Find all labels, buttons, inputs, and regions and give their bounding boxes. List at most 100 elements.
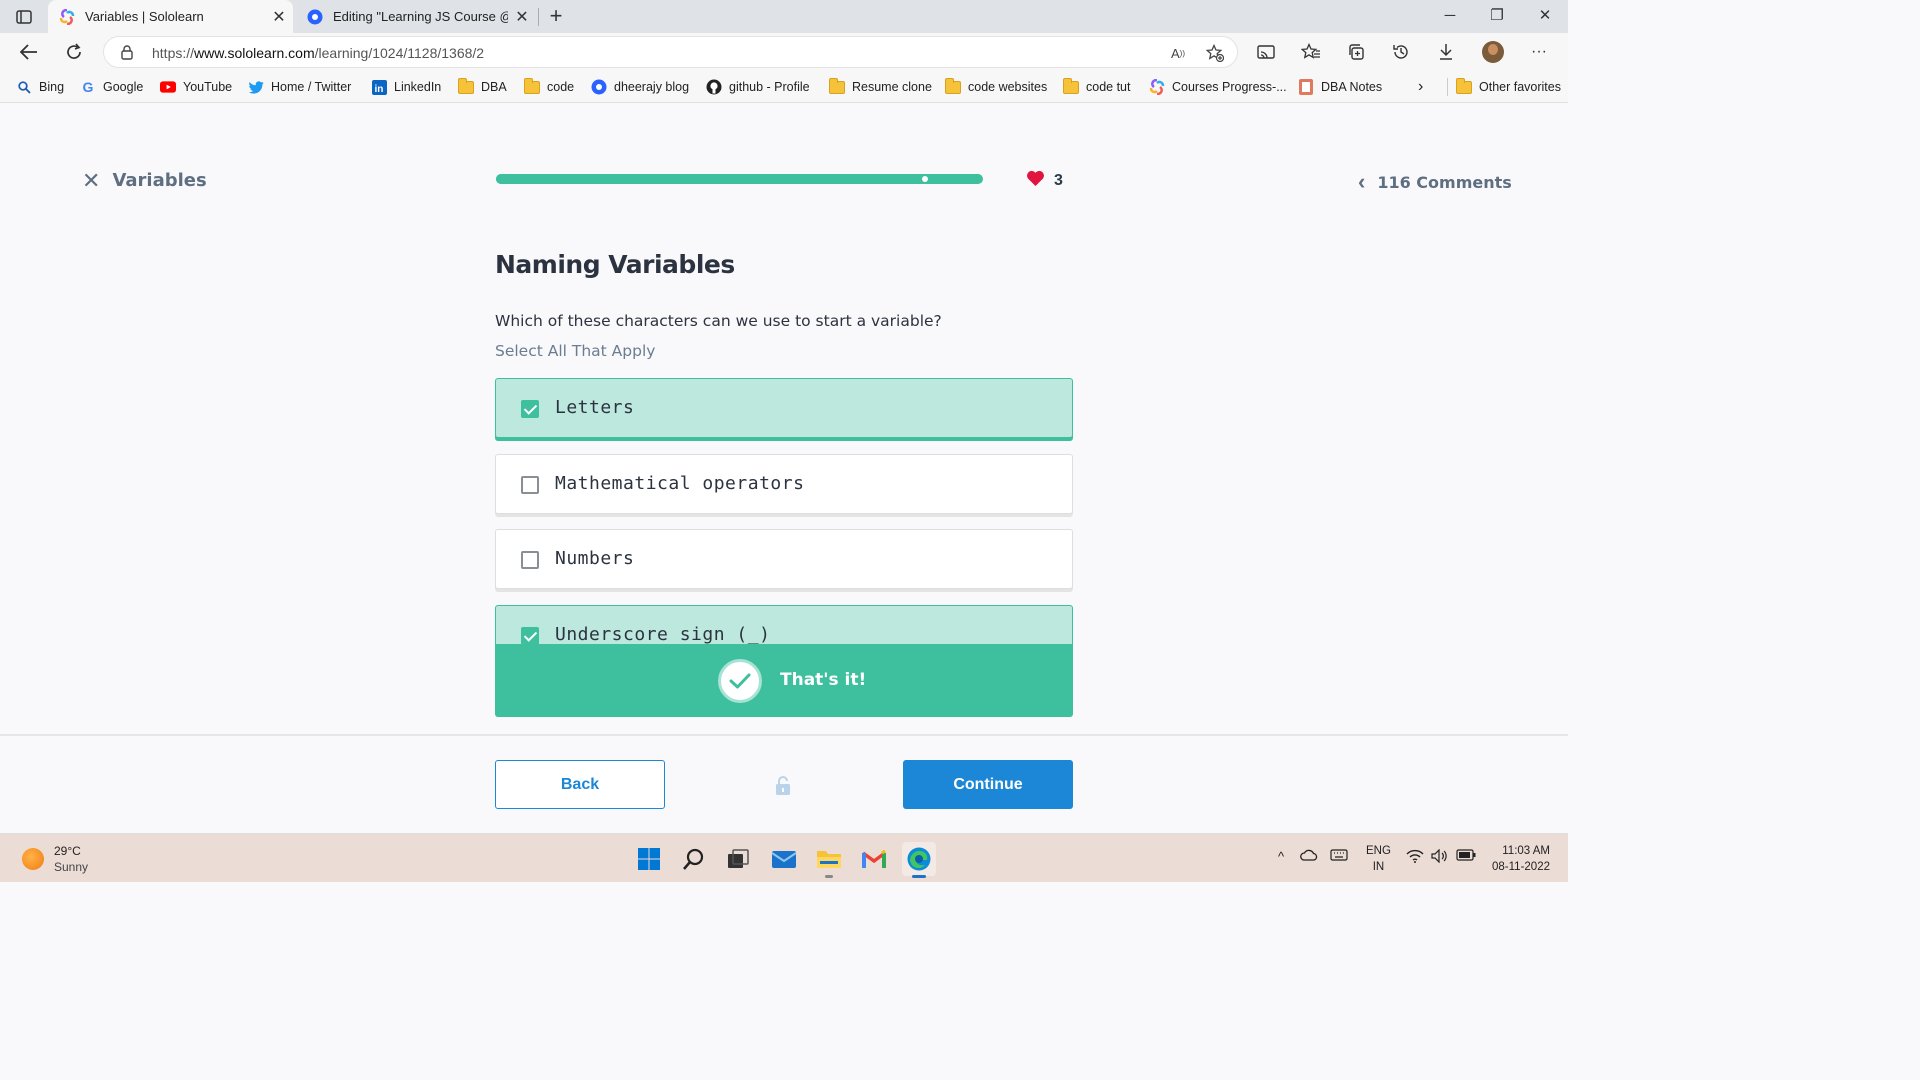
fav-other-favorites[interactable]: Other favorites	[1447, 77, 1561, 96]
address-bar[interactable]: https://www.sololearn.com/learning/1024/…	[103, 36, 1238, 68]
checkbox[interactable]	[521, 400, 539, 418]
folder-icon	[945, 77, 961, 95]
checkbox[interactable]	[521, 551, 539, 569]
onedrive-icon[interactable]	[1300, 849, 1318, 864]
fav-folder-resume-clone[interactable]: Resume clone	[829, 77, 932, 96]
favorites-icon[interactable]	[1298, 40, 1324, 64]
option-label: Mathematical operators	[555, 473, 805, 494]
tab-close-icon[interactable]: ✕	[508, 7, 536, 27]
tab-actions-icon[interactable]	[14, 7, 34, 27]
fav-github[interactable]: github - Profile	[706, 78, 810, 96]
cast-icon[interactable]	[1253, 40, 1279, 64]
chevron-up-icon[interactable]: ^	[1278, 849, 1284, 864]
answer-option-letters[interactable]: Letters	[495, 378, 1073, 438]
more-menu-icon[interactable]: ···	[1526, 40, 1552, 64]
collections-icon[interactable]	[1343, 40, 1369, 64]
wifi-icon[interactable]	[1406, 849, 1424, 866]
sololearn-icon	[1149, 79, 1165, 95]
checkmark-icon	[718, 659, 762, 703]
progress-marker	[921, 176, 928, 182]
restore-icon[interactable]: ❐	[1482, 5, 1512, 27]
fav-google[interactable]: G Google	[80, 78, 144, 96]
fav-folder-code-websites[interactable]: code websites	[945, 77, 1047, 96]
footer-divider	[0, 734, 1568, 736]
battery-icon[interactable]	[1456, 849, 1476, 864]
edge-icon[interactable]	[902, 842, 936, 878]
checkbox[interactable]	[521, 627, 539, 645]
lesson-title: Variables	[112, 170, 207, 191]
fav-folder-code[interactable]: code	[524, 77, 574, 96]
tab-title: Variables | Sololearn	[85, 9, 204, 24]
folder-icon	[1063, 77, 1079, 95]
close-icon[interactable]: ✕	[82, 169, 100, 191]
fav-linkedin[interactable]: in LinkedIn	[371, 78, 441, 96]
progress-fill	[496, 174, 954, 184]
chevron-right-icon[interactable]: ›	[1418, 78, 1423, 96]
system-clock[interactable]: 11:03 AM 08-11-2022	[1484, 843, 1550, 875]
blog-icon	[591, 79, 607, 95]
lesson-page: ✕ Variables 3 ‹ 116 Comments Naming Vari…	[0, 104, 1568, 833]
fav-folder-dba[interactable]: DBA	[458, 77, 507, 96]
answer-option-math-operators[interactable]: Mathematical operators	[495, 454, 1073, 514]
running-indicator	[825, 875, 833, 878]
fav-dba-notes[interactable]: DBA Notes	[1298, 78, 1382, 96]
sololearn-icon	[58, 8, 76, 26]
tab-close-icon[interactable]: ✕	[265, 7, 293, 27]
answer-option-numbers[interactable]: Numbers	[495, 529, 1073, 589]
question-title: Naming Variables	[495, 250, 735, 279]
tab-sololearn[interactable]: Variables | Sololearn ✕	[48, 0, 293, 33]
question-text: Which of these characters can we use to …	[495, 312, 942, 330]
search-icon	[16, 79, 32, 95]
window-close-icon[interactable]: ✕	[1530, 5, 1560, 27]
svg-text:in: in	[374, 84, 383, 95]
url-text: https://www.sololearn.com/learning/1024/…	[152, 45, 485, 61]
fav-youtube[interactable]: YouTube	[160, 78, 232, 96]
fav-dheerajy-blog[interactable]: dheerajy blog	[591, 78, 689, 96]
taskbar-search-icon[interactable]	[677, 842, 711, 876]
tab-editing-course[interactable]: Editing "Learning JS Course @Sc ✕	[296, 0, 536, 33]
fav-bing[interactable]: Bing	[16, 78, 64, 96]
read-aloud-icon[interactable]: A))	[1167, 43, 1189, 63]
mail-icon[interactable]	[767, 842, 801, 876]
minimize-icon[interactable]: ─	[1435, 5, 1465, 27]
task-view-icon[interactable]	[721, 842, 755, 876]
windows-taskbar: 29°C Sunny ^ ENG IN 11:03 AM 08-11-2022	[0, 833, 1568, 882]
notes-icon	[1298, 79, 1314, 95]
fav-courses-progress[interactable]: Courses Progress-...	[1149, 78, 1287, 96]
temperature: 29°C	[54, 844, 81, 858]
linkedin-icon: in	[371, 79, 387, 95]
google-icon: G	[82, 79, 94, 95]
checkbox[interactable]	[521, 476, 539, 494]
lock-icon[interactable]	[120, 44, 134, 65]
favorites-bar: Bing G Google YouTube Home / Twitter in …	[0, 71, 1568, 103]
profile-avatar[interactable]	[1482, 41, 1504, 63]
folder-icon	[1456, 77, 1472, 95]
refresh-icon[interactable]	[61, 40, 87, 64]
close-lesson-button[interactable]: ✕ Variables	[82, 169, 207, 191]
downloads-icon[interactable]	[1433, 40, 1459, 64]
heart-icon	[1026, 170, 1045, 192]
history-icon[interactable]	[1388, 40, 1414, 64]
comments-label: 116 Comments	[1377, 172, 1512, 192]
fav-folder-code-tut[interactable]: code tut	[1063, 77, 1130, 96]
add-favorite-icon[interactable]	[1204, 43, 1226, 63]
file-explorer-icon[interactable]	[812, 842, 846, 878]
gmail-icon[interactable]	[857, 842, 891, 876]
start-icon[interactable]	[632, 842, 666, 876]
new-tab-icon[interactable]: +	[543, 4, 569, 30]
volume-icon[interactable]	[1431, 848, 1449, 866]
fav-twitter[interactable]: Home / Twitter	[248, 78, 351, 96]
keyboard-icon[interactable]	[1330, 849, 1348, 864]
unlock-icon[interactable]	[774, 776, 794, 796]
sun-icon	[22, 848, 44, 870]
back-button[interactable]: Back	[495, 760, 665, 809]
weather-widget[interactable]: 29°C Sunny	[22, 843, 88, 875]
hearts-counter: 3	[1026, 170, 1063, 192]
back-arrow-icon[interactable]	[16, 40, 42, 64]
browser-tab-strip: Variables | Sololearn ✕ Editing "Learnin…	[0, 0, 1568, 33]
continue-button[interactable]: Continue	[903, 760, 1073, 809]
tab-title: Editing "Learning JS Course @Sc	[333, 9, 508, 24]
option-label: Underscore sign (_)	[555, 624, 771, 645]
comments-button[interactable]: ‹ 116 Comments	[1358, 169, 1512, 195]
input-language[interactable]: ENG IN	[1366, 843, 1391, 875]
